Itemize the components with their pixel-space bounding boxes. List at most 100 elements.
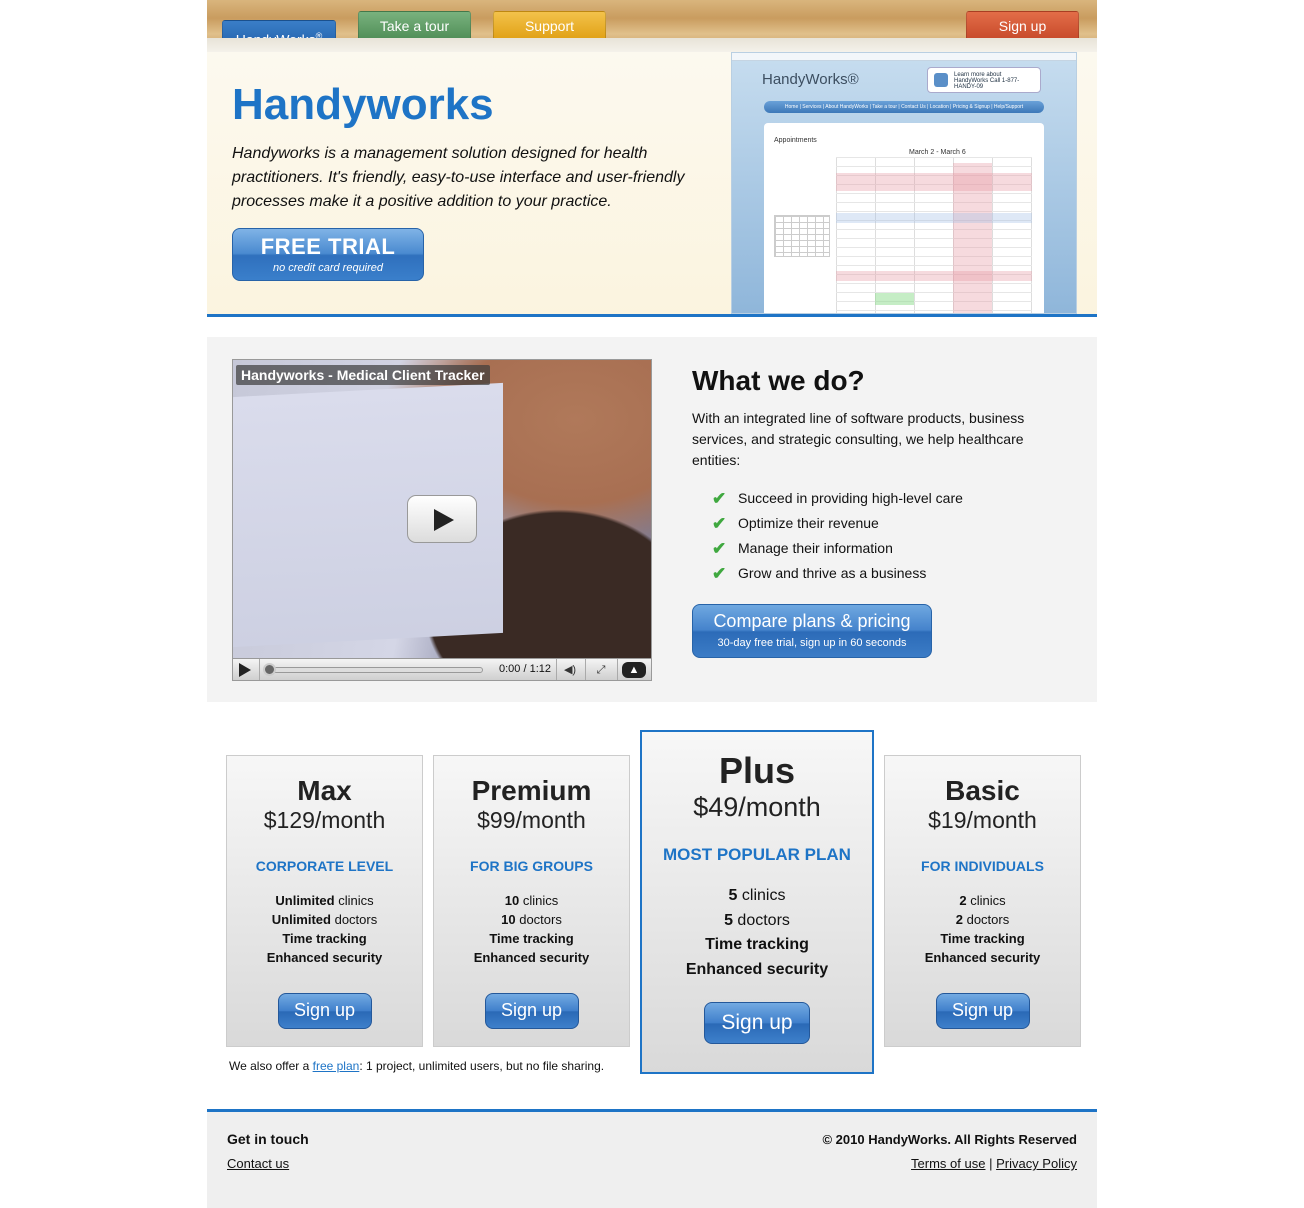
top-nav: HandyWorks® Take a tour Support Sign up: [207, 0, 1097, 66]
tour-tab[interactable]: Take a tour: [358, 11, 471, 41]
free-trial-sublabel: no credit card required: [272, 262, 384, 274]
list-item-text: Grow and thrive as a business: [738, 565, 927, 581]
privacy-link[interactable]: Privacy Policy: [996, 1156, 1077, 1171]
play-icon[interactable]: [239, 663, 251, 677]
logo-tab[interactable]: HandyWorks®: [222, 20, 336, 66]
list-item: ✔ Optimize their revenue: [712, 512, 963, 537]
compare-label: Compare plans & pricing: [713, 611, 911, 631]
plan-feature: Enhanced security: [473, 950, 590, 965]
free-plan-link[interactable]: free plan: [313, 1059, 360, 1073]
plan-price: $49/month: [693, 792, 821, 822]
plan-feature: Enhanced security: [266, 950, 383, 965]
video-player[interactable]: Handyworks - Medical Client Tracker 0:00…: [232, 359, 652, 681]
link-separator: |: [985, 1156, 997, 1171]
plan-card-premium: Premium $99/month FOR BIG GROUPS 10 clin…: [433, 755, 630, 1047]
video-controls: 0:00 / 1:12 ◀) ⤢ ▲: [233, 658, 651, 680]
support-tab[interactable]: Support: [493, 11, 606, 41]
compare-plans-button[interactable]: Compare plans & pricing 30-day free tria…: [692, 604, 932, 658]
plan-signup-button[interactable]: Sign up: [704, 1002, 810, 1044]
plan-feature-clinics: 2 clinics: [959, 893, 1006, 908]
plan-feature-doctors: 2 doctors: [955, 912, 1010, 927]
plan-feature-doctors: Unlimited doctors: [271, 912, 378, 927]
screenshot-title: Appointments: [774, 137, 817, 144]
free-trial-label: FREE TRIAL: [260, 234, 396, 259]
screenshot-block: [836, 213, 1032, 223]
free-trial-button[interactable]: FREE TRIAL no credit card required: [232, 228, 424, 281]
checkmark-icon: ✔: [712, 514, 727, 533]
footer-heading: Get in touch: [227, 1131, 309, 1147]
hero-description: Handyworks is a management solution desi…: [232, 145, 685, 210]
screenshot-phone-text: Learn more about HandyWorks Call 1-877-H…: [954, 72, 1020, 90]
plan-level: FOR INDIVIDUALS: [921, 858, 1044, 874]
fullscreen-icon[interactable]: ⤢: [590, 662, 612, 678]
app-screenshot: HandyWorks® Learn more about HandyWorks …: [731, 52, 1077, 314]
plan-level: FOR BIG GROUPS: [470, 858, 593, 874]
page: HandyWorks® Take a tour Support Sign up …: [207, 0, 1097, 1208]
screenshot-range: March 2 - March 6: [909, 149, 966, 156]
compare-sublabel: 30-day free trial, sign up in 60 seconds: [717, 637, 907, 649]
screenshot-panel: Appointments March 2 - March 6: [764, 123, 1044, 313]
screenshot-block: [953, 163, 992, 313]
hero-divider: [207, 314, 1097, 317]
terms-link[interactable]: Terms of use: [911, 1156, 985, 1171]
checkmark-icon: ✔: [712, 564, 727, 583]
plan-level: CORPORATE LEVEL: [255, 858, 394, 874]
plan-name: Plus: [718, 750, 796, 791]
screenshot-mini-calendar: [774, 215, 830, 257]
plan-name: Max: [297, 775, 352, 806]
plan-features: 10 clinics 10 doctors Time tracking Enha…: [434, 891, 629, 967]
divider: [556, 659, 557, 680]
video-progress-knob[interactable]: [263, 663, 276, 676]
screenshot-block: [836, 271, 1032, 281]
plan-card-max: Max $129/month CORPORATE LEVEL Unlimited…: [226, 755, 423, 1047]
video-progress-track[interactable]: [267, 667, 483, 673]
eject-icon[interactable]: ▲: [622, 662, 646, 678]
plan-features: 2 clinics 2 doctors Time tracking Enhanc…: [885, 891, 1080, 967]
play-overlay-button[interactable]: [407, 495, 477, 543]
plan-signup-button[interactable]: Sign up: [935, 993, 1030, 1029]
plan-feature: Time tracking: [705, 936, 809, 953]
list-item: ✔ Manage their information: [712, 537, 963, 562]
video-title: Handyworks - Medical Client Tracker: [236, 365, 490, 385]
hero-title: Handyworks: [232, 80, 494, 129]
divider: [259, 659, 260, 680]
screenshot-topbar: [732, 53, 1076, 61]
divider: [585, 659, 586, 680]
signup-tab[interactable]: Sign up: [966, 11, 1079, 41]
plan-feature-clinics: 10 clinics: [504, 893, 559, 908]
divider: [617, 659, 618, 680]
what-description: With an integrated line of software prod…: [692, 410, 1025, 468]
plan-level: MOST POPULAR PLAN: [663, 845, 851, 864]
plan-feature: Time tracking: [282, 931, 367, 946]
benefits-list: ✔ Succeed in providing high-level care ✔ O…: [712, 487, 963, 587]
plan-feature: Time tracking: [489, 931, 574, 946]
screenshot-block: [836, 173, 1032, 191]
plan-name: Premium: [471, 775, 592, 806]
screenshot-logo: HandyWorks®: [762, 71, 859, 88]
plan-feature-doctors: 5 doctors: [724, 911, 790, 929]
what-title: What we do?: [692, 365, 865, 396]
plan-signup-button[interactable]: Sign up: [277, 993, 372, 1029]
plan-card-basic: Basic $19/month FOR INDIVIDUALS 2 clinic…: [884, 755, 1081, 1047]
contact-link[interactable]: Contact us: [227, 1156, 289, 1171]
volume-icon[interactable]: ◀): [559, 662, 581, 678]
plan-features: 5 clinics 5 doctors Time tracking Enhanc…: [642, 884, 872, 982]
checkmark-icon: ✔: [712, 489, 727, 508]
plan-signup-button[interactable]: Sign up: [484, 993, 579, 1029]
plan-price: $19/month: [928, 807, 1037, 833]
list-item-text: Manage their information: [738, 540, 893, 556]
plan-price: $129/month: [263, 807, 386, 833]
screenshot-block: [875, 293, 914, 305]
hero: Handyworks Handyworks is a management so…: [207, 52, 1097, 314]
list-item-text: Succeed in providing high-level care: [738, 490, 963, 506]
plan-name: Basic: [945, 775, 1020, 806]
list-item: ✔ Succeed in providing high-level care: [712, 487, 963, 512]
plan-feature: Enhanced security: [685, 960, 829, 978]
video-time: 0:00 / 1:12: [499, 663, 551, 675]
plan-feature-clinics: Unlimited clinics: [275, 893, 374, 908]
plan-price: $99/month: [477, 807, 586, 833]
list-item-text: Optimize their revenue: [738, 515, 879, 531]
legal-links: Terms of use | Privacy Policy: [911, 1156, 1077, 1171]
plan-feature-doctors: 10 doctors: [501, 912, 562, 927]
what-we-do-section: Handyworks - Medical Client Tracker 0:00…: [207, 337, 1097, 702]
